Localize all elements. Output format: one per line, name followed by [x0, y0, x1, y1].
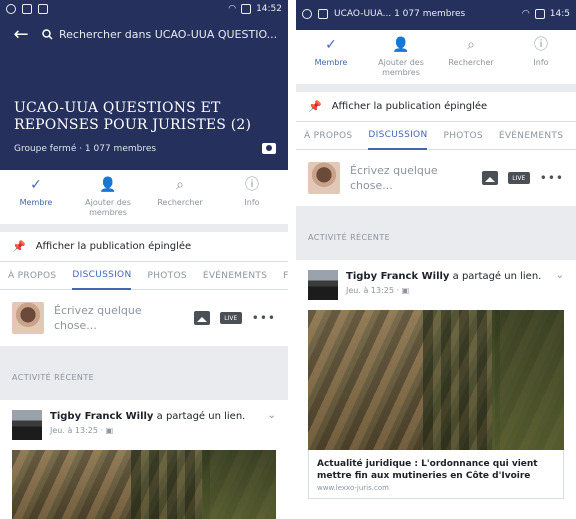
collapsed-header: UCAO-UUA... 1 077 membres ◠ 14:5 — [296, 0, 576, 30]
wifi-icon: ◠ — [228, 4, 237, 14]
feed-post: Tigby Franck Willy a partagé un lien. Je… — [0, 400, 288, 519]
post-time: Jeu. à 13:25 · ▣ — [346, 286, 410, 295]
link-domain: www.lexxo-juris.com — [317, 484, 389, 492]
author-avatar[interactable] — [12, 410, 42, 440]
tab-about[interactable]: À PROPOS — [304, 122, 352, 150]
add-person-icon: 👤 — [99, 177, 117, 193]
info-icon: ⓘ — [534, 37, 548, 53]
post-header: Tigby Franck Willy a partagé un lien. Je… — [308, 270, 564, 300]
info-button[interactable]: ⓘ Info — [506, 37, 576, 78]
post-author[interactable]: Tigby Franck Willy — [50, 411, 153, 422]
photo-icon[interactable] — [481, 171, 498, 185]
battery-icon — [241, 4, 252, 14]
post-author-line: Tigby Franck Willy a partagé un lien. — [50, 410, 245, 423]
left-screenshot: ◠ 14:52 ← Rechercher dans UCAO-UUA QUEST… — [0, 0, 288, 519]
search-input[interactable]: Rechercher dans UCAO-UUA QUESTIO... — [42, 28, 280, 41]
member-button[interactable]: ✓ Membre — [296, 37, 366, 78]
camera-icon[interactable] — [262, 143, 276, 154]
status-title: UCAO-UUA... 1 077 membres — [334, 9, 466, 19]
tab-photos[interactable]: PHOTOS — [443, 122, 482, 150]
post-composer[interactable]: Écrivez quelque chose... LIVE ••• — [0, 290, 288, 354]
composer-placeholder[interactable]: Écrivez quelque chose... — [350, 163, 472, 193]
group-privacy-icon: ▣ — [401, 286, 410, 295]
check-icon: ✓ — [30, 177, 42, 193]
divider — [288, 0, 296, 519]
status-time: 14:52 — [256, 4, 282, 14]
group-subtitle: Groupe fermé · 1 077 membres — [14, 144, 157, 154]
tab-events[interactable]: ÉVÉNEMENTS — [203, 262, 267, 290]
pinned-post-link[interactable]: 📌 Afficher la publication épinglée — [0, 232, 288, 262]
add-members-button[interactable]: 👤 Ajouter des membres — [366, 37, 436, 78]
status-bar: ◠ 14:52 — [0, 0, 288, 18]
post-action: a partagé un lien. — [156, 411, 246, 422]
status-bar: UCAO-UUA... 1 077 membres ◠ 14:5 — [296, 0, 576, 28]
messenger-icon — [6, 4, 16, 14]
avatar — [308, 162, 340, 194]
tab-events[interactable]: ÉVÉNEMENTS — [499, 122, 563, 150]
group-header: ◠ 14:52 ← Rechercher dans UCAO-UUA QUEST… — [0, 0, 288, 170]
link-title[interactable]: Actualité juridique : L'ordonnance qui v… — [317, 458, 555, 482]
post-time: Jeu. à 13:25 · ▣ — [50, 426, 114, 435]
battery-icon — [534, 9, 545, 19]
right-screenshot: UCAO-UUA... 1 077 membres ◠ 14:5 ✓ Membr… — [296, 0, 576, 519]
live-video-icon[interactable]: LIVE — [507, 172, 530, 184]
post-author-line: Tigby Franck Willy a partagé un lien. — [346, 270, 541, 283]
photo-icon[interactable] — [193, 311, 210, 325]
back-arrow-icon[interactable]: ← — [8, 24, 34, 45]
chevron-down-icon[interactable]: ⌄ — [556, 270, 564, 281]
wifi-icon: ◠ — [521, 9, 530, 19]
tab-discussion[interactable]: DISCUSSION — [368, 122, 428, 150]
post-image[interactable] — [308, 310, 564, 450]
post-composer[interactable]: Écrivez quelque chose... LIVE ••• — [296, 150, 576, 214]
add-members-button[interactable]: 👤 Ajouter des membres — [72, 177, 144, 218]
more-options-icon[interactable]: ••• — [252, 311, 276, 325]
tab-discussion[interactable]: DISCUSSION — [72, 262, 132, 290]
pin-icon: 📌 — [12, 240, 26, 253]
search-row: ← Rechercher dans UCAO-UUA QUESTIO... — [0, 18, 288, 50]
group-actions: ✓ Membre 👤 Ajouter des membres ⌕ Recherc… — [0, 170, 288, 232]
status-time: 14:5 — [549, 9, 570, 19]
group-tabs: À PROPOS DISCUSSION PHOTOS ÉVÉNEMENTS F — [0, 262, 288, 290]
more-options-icon[interactable]: ••• — [540, 171, 564, 185]
search-placeholder: Rechercher dans UCAO-UUA QUESTIO... — [59, 27, 278, 41]
link-preview[interactable]: Actualité juridique : L'ordonnance qui v… — [308, 450, 564, 499]
check-icon: ✓ — [325, 37, 337, 53]
add-person-icon: 👤 — [392, 37, 410, 53]
post-image[interactable] — [12, 450, 276, 519]
info-button[interactable]: ⓘ Info — [216, 177, 288, 218]
info-icon: ⓘ — [245, 177, 259, 193]
recent-activity-heading: ACTIVITÉ RÉCENTE — [0, 354, 288, 400]
pin-icon: 📌 — [308, 100, 322, 113]
avatar — [12, 302, 44, 334]
composer-placeholder[interactable]: Écrivez quelque chose... — [54, 303, 184, 333]
member-button[interactable]: ✓ Membre — [0, 177, 72, 218]
pinned-post-link[interactable]: 📌 Afficher la publication épinglée — [296, 92, 576, 122]
group-title: UCAO-UUA QUESTIONS ET REPONSES POUR JURI… — [14, 100, 252, 133]
search-button[interactable]: ⌕ Rechercher — [436, 37, 506, 78]
post-header: Tigby Franck Willy a partagé un lien. Je… — [12, 410, 276, 440]
post-author[interactable]: Tigby Franck Willy — [346, 271, 449, 282]
notification-icon — [38, 4, 48, 14]
gallery-icon — [318, 9, 328, 19]
gallery-icon — [22, 4, 32, 14]
search-button[interactable]: ⌕ Rechercher — [144, 177, 216, 218]
feed-post: Tigby Franck Willy a partagé un lien. Je… — [296, 260, 576, 499]
search-icon: ⌕ — [176, 177, 184, 193]
messenger-icon — [302, 9, 312, 19]
recent-activity-heading: ACTIVITÉ RÉCENTE — [296, 214, 576, 260]
post-action: a partagé un lien. — [452, 271, 542, 282]
search-icon — [42, 28, 53, 40]
live-video-icon[interactable]: LIVE — [219, 312, 242, 324]
group-tabs: À PROPOS DISCUSSION PHOTOS ÉVÉNEMENTS — [296, 122, 576, 150]
chevron-down-icon[interactable]: ⌄ — [268, 410, 276, 421]
author-avatar[interactable] — [308, 270, 338, 300]
group-actions: ✓ Membre 👤 Ajouter des membres ⌕ Recherc… — [296, 30, 576, 92]
group-privacy-icon: ▣ — [105, 426, 114, 435]
search-icon: ⌕ — [467, 37, 475, 53]
tab-about[interactable]: À PROPOS — [8, 262, 56, 290]
tab-photos[interactable]: PHOTOS — [147, 262, 186, 290]
